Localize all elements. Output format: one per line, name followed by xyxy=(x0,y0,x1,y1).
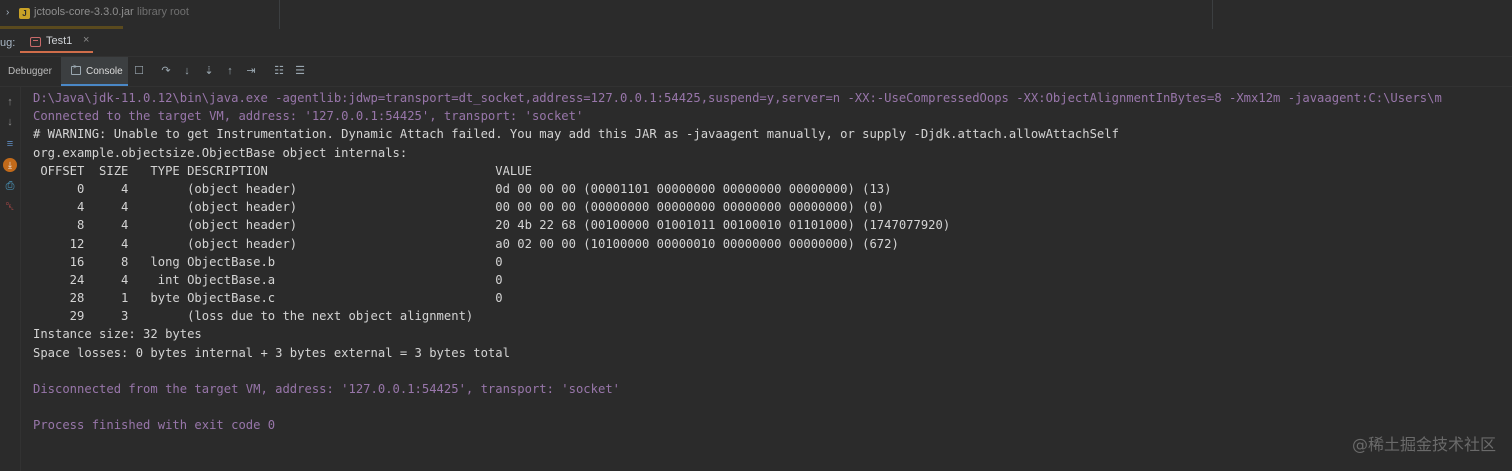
console-gutter: ↑ ↓ ≡ ⤓ ⎙ ␡ xyxy=(0,87,21,471)
console-line: 29 3 (loss due to the next object alignm… xyxy=(33,309,474,324)
console-line: # WARNING: Unable to get Instrumentation… xyxy=(33,127,1119,142)
step-over-icon[interactable]: ↷ xyxy=(159,64,173,78)
tab-debugger-label: Debugger xyxy=(8,66,52,77)
scroll-to-end-icon[interactable]: ⤓ xyxy=(3,158,17,172)
console-line: 24 4 int ObjectBase.a 0 xyxy=(33,272,503,287)
divider xyxy=(1212,0,1213,29)
console-line: 28 1 byte ObjectBase.c 0 xyxy=(33,291,503,306)
console-line: Disconnected from the target VM, address… xyxy=(33,382,620,396)
run-tab-test1[interactable]: Test1 × xyxy=(20,32,93,53)
console-line: 0 4 (object header) 0d 00 00 00 (0000110… xyxy=(33,181,892,196)
debug-run-bar: ug: Test1 × xyxy=(0,29,1512,57)
run-to-cursor-icon[interactable]: ⇥ xyxy=(244,64,258,78)
jar-library-root-label: library root xyxy=(137,6,189,18)
run-config-icon xyxy=(30,37,41,47)
console-line: Instance size: 32 bytes xyxy=(33,327,202,342)
console-line: Process finished with exit code 0 xyxy=(33,418,276,433)
console-output[interactable]: D:\Java\jdk-11.0.12\bin\java.exe -agentl… xyxy=(33,89,1512,471)
trace-icon[interactable]: ☰ xyxy=(293,64,307,78)
tab-debugger[interactable]: Debugger xyxy=(0,57,60,86)
debug-label: ug: xyxy=(0,37,16,49)
clear-icon[interactable]: ␡ xyxy=(3,200,17,214)
step-into-icon[interactable]: ↓ xyxy=(180,64,194,78)
divider xyxy=(279,0,280,29)
console-line: org.example.objectsize.ObjectBase object… xyxy=(33,145,408,160)
debugger-toolbar: Debugger Console ☐ ↷ ↓ ⇣ ↑ ⇥ ☷ ☰ xyxy=(0,57,1512,87)
console-line: Connected to the target VM, address: '12… xyxy=(33,109,584,124)
console-line: 8 4 (object header) 20 4b 22 68 (0010000… xyxy=(33,218,951,233)
jar-icon: J xyxy=(19,8,30,19)
jar-name[interactable]: jctools-core-3.3.0.jar xyxy=(34,6,134,18)
project-strip: › J jctools-core-3.3.0.jar library root xyxy=(0,0,1512,29)
console-icon xyxy=(71,64,81,75)
force-step-into-icon[interactable]: ⇣ xyxy=(202,64,216,78)
soft-wrap-icon[interactable]: ≡ xyxy=(3,137,17,151)
tab-console[interactable]: Console xyxy=(61,57,128,86)
watermark: @稀土掘金技术社区 xyxy=(1351,435,1496,454)
expand-icon[interactable]: › xyxy=(6,7,9,18)
console-line: Space losses: 0 bytes internal + 3 bytes… xyxy=(33,345,510,360)
console-line: 4 4 (object header) 00 00 00 00 (0000000… xyxy=(33,200,885,215)
up-arrow-icon[interactable]: ↑ xyxy=(3,95,17,109)
console-line: 12 4 (object header) a0 02 00 00 (101000… xyxy=(33,236,899,251)
close-icon[interactable]: × xyxy=(83,34,89,46)
print-icon[interactable]: ⎙ xyxy=(3,179,17,193)
step-out-icon[interactable]: ↑ xyxy=(223,64,237,78)
run-tab-label: Test1 xyxy=(46,35,73,47)
tab-console-label: Console xyxy=(86,66,123,77)
console-line: 16 8 long ObjectBase.b 0 xyxy=(33,254,503,269)
down-arrow-icon[interactable]: ↓ xyxy=(3,115,17,129)
console-line: D:\Java\jdk-11.0.12\bin\java.exe -agentl… xyxy=(33,91,1442,105)
layout-icon[interactable]: ☐ xyxy=(132,64,146,78)
console-line: OFFSET SIZE TYPE DESCRIPTION VALUE xyxy=(33,163,532,178)
evaluate-icon[interactable]: ☷ xyxy=(272,64,286,78)
